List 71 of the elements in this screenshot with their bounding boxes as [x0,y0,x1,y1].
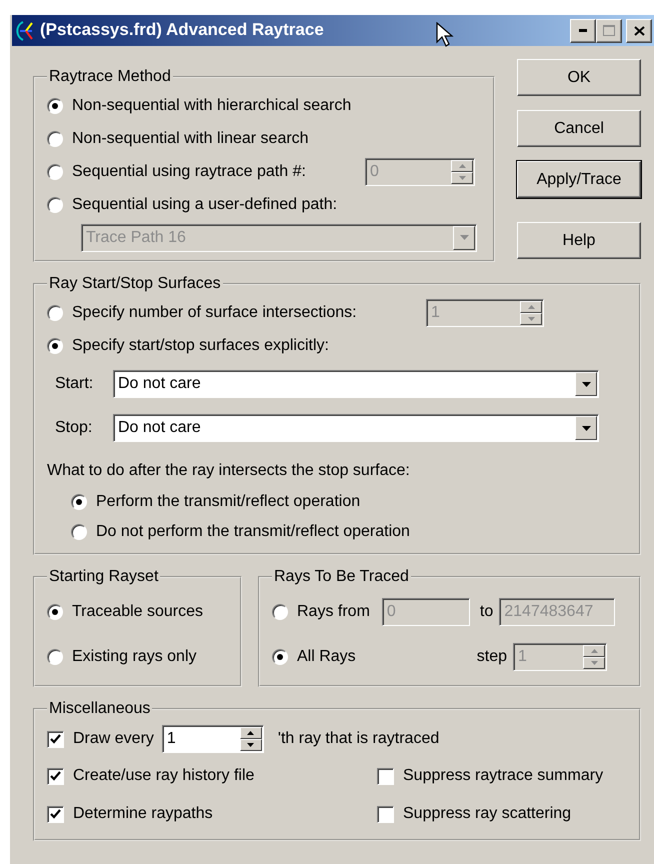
radio-label: Non-sequential with hierarchical search [72,96,352,116]
checkbox-label: Create/use ray history file [73,766,254,786]
maximize-button[interactable] [596,18,622,42]
radio-label: Rays from [297,602,370,622]
spin-down-icon [458,176,466,180]
radio-button[interactable] [47,604,63,620]
dropdown[interactable]: Do not care [113,370,599,398]
spin-up-icon [590,648,598,652]
radio-button[interactable] [272,648,288,664]
spin-down-icon [528,316,534,320]
radio-button[interactable] [272,604,288,620]
field-label: to [480,602,494,622]
checkbox[interactable] [377,806,394,822]
label-text: 'th ray that is raytraced [278,729,440,749]
field-label: Stop: [55,418,94,438]
radio-label: Sequential using a user-defined path: [72,194,338,214]
radio-label: Specify number of surface intersections: [72,302,357,322]
checkbox[interactable] [377,768,394,784]
caret-icon [582,382,590,386]
minimize-icon [579,29,587,32]
group-title: Raytrace Method [48,69,172,85]
dialog-button[interactable]: Help [517,222,641,259]
radio-button[interactable] [47,130,63,146]
spin-up-icon [458,164,466,168]
field-label: step [476,646,507,666]
close-button[interactable] [626,18,652,42]
spin-down-icon [590,660,598,664]
radio-button[interactable] [71,524,87,540]
radio-button[interactable] [71,494,87,510]
checkbox-label: Determine raypaths [73,804,213,824]
radio-button[interactable] [47,196,63,212]
radio-label: Specify start/stop surfaces explicitly: [72,336,329,356]
radio-button[interactable] [47,304,63,320]
field-label: Start: [55,374,94,394]
group-title: Rays To Be Traced [273,569,410,585]
group-title: Starting Rayset [48,569,160,585]
spin-down-icon [247,743,254,747]
window-title: (Pstcassys.frd) Advanced Raytrace [40,20,324,41]
checkbox[interactable] [47,730,64,748]
radio-label: Traceable sources [72,602,204,622]
radio-label: Perform the transmit/reflect operation [96,492,360,512]
checkbox[interactable] [47,768,64,784]
minimize-button[interactable] [570,18,596,42]
radio-button[interactable] [47,98,63,114]
spin-up-icon [528,304,534,308]
radio-label: Existing rays only [72,646,196,666]
group-title: Ray Start/Stop Surfaces [48,276,222,292]
spin-field[interactable]: 1 [162,725,264,753]
maximize-icon [603,25,615,36]
caret-icon [460,235,468,240]
radio-button[interactable] [47,338,63,354]
group-title: Miscellaneous [48,701,152,717]
dialog-button[interactable]: OK [517,59,641,96]
spin-up-icon [247,731,254,735]
checkbox-label: Draw every [73,729,154,749]
prompt-text: What to do after the ray intersects the stop surface: [47,460,410,480]
checkbox-label: Suppress ray scattering [403,804,572,824]
cursor-icon [436,22,454,48]
radio-button[interactable] [47,164,63,180]
dropdown[interactable]: Do not care [113,414,599,442]
radio-label: Do not perform the transmit/reflect operation [96,522,410,542]
radio-label: All Rays [297,646,356,666]
dialog-button[interactable]: Cancel [517,110,641,147]
checkbox-label: Suppress raytrace summary [403,766,604,786]
radio-label: Non-sequential with linear search [72,128,309,148]
dialog-button[interactable]: Apply/Trace [517,161,641,198]
caret-icon [582,426,590,430]
close-icon [634,26,644,36]
checkbox[interactable] [47,806,64,822]
radio-label: Sequential using raytrace path #: [72,162,306,182]
radio-button[interactable] [47,648,63,664]
